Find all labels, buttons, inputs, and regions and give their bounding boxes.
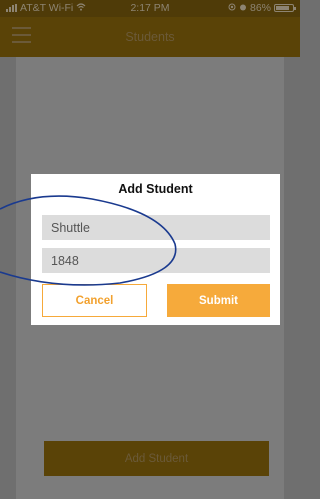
add-student-button[interactable]: Add Student <box>44 441 269 476</box>
add-student-label: Add Student <box>124 452 189 465</box>
nav-bar: Students <box>0 17 300 57</box>
status-bar: AT&T Wi-Fi 2:17 PM 86% <box>0 0 300 17</box>
student-id-value: 1848 <box>51 253 79 268</box>
add-student-dialog: Add Student Shuttle 1848 Cancel Submit <box>31 174 280 325</box>
submit-label: Submit <box>199 294 238 307</box>
dialog-title: Add Student <box>118 182 193 196</box>
location-icon <box>228 2 236 14</box>
submit-button[interactable]: Submit <box>167 284 270 317</box>
battery-percent: 86% <box>249 2 271 14</box>
student-id-input[interactable]: 1848 <box>42 248 270 273</box>
page-title: Students <box>125 30 175 44</box>
alarm-icon <box>239 2 247 14</box>
cancel-button[interactable]: Cancel <box>42 284 147 317</box>
battery-icon <box>274 4 296 12</box>
student-name-value: Shuttle <box>51 220 90 235</box>
battery-fill <box>276 6 290 10</box>
student-name-input[interactable]: Shuttle <box>42 215 270 240</box>
status-right: 86% <box>228 2 296 14</box>
cancel-label: Cancel <box>75 294 114 307</box>
